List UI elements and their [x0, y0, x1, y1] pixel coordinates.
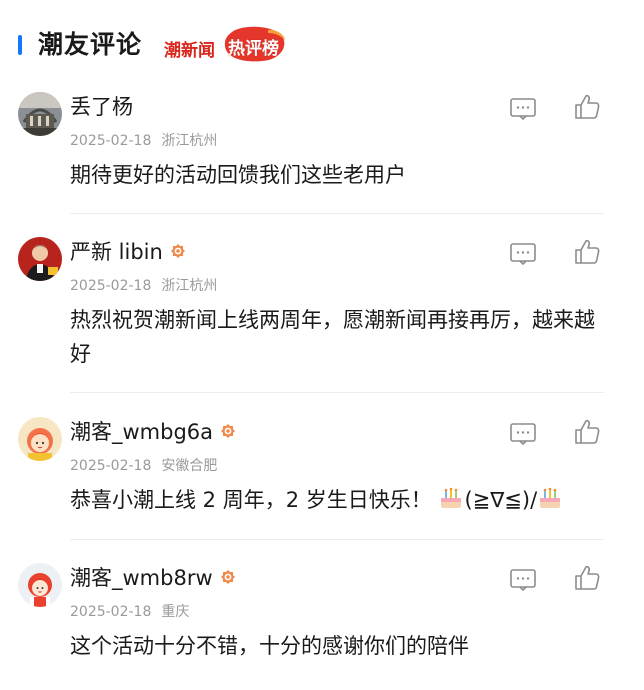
divider — [70, 539, 604, 540]
thumbs-up-icon[interactable] — [572, 237, 602, 267]
divider — [70, 392, 604, 393]
comment-location: 重庆 — [161, 604, 190, 620]
username[interactable]: 严新 libin — [70, 237, 187, 267]
comment-text-main: 恭喜小潮上线 2 周年，2 岁生日快乐！ — [70, 488, 432, 512]
page: 潮友评论 潮新闻 热评榜 丢了杨 2025-02-18 浙江杭州 期待更好的活动… — [0, 0, 644, 690]
avatar[interactable] — [18, 237, 62, 281]
verified-badge-icon — [169, 239, 187, 258]
comment-icon[interactable] — [508, 241, 538, 267]
comment-icon[interactable] — [508, 421, 538, 447]
thumbs-up-icon[interactable] — [572, 92, 602, 122]
header-accent-bar — [18, 35, 22, 55]
comment-text: 这个活动十分不错，十分的感谢你们的陪伴 — [70, 634, 469, 658]
thumbs-up-icon[interactable] — [572, 417, 602, 447]
comment-location: 安徽合肥 — [161, 458, 218, 474]
comment-item: 丢了杨 2025-02-18 浙江杭州 期待更好的活动回馈我们这些老用户 — [0, 82, 644, 214]
section-title: 潮友评论 — [38, 30, 143, 59]
birthday-cake-icon — [537, 485, 563, 511]
comment-item: 潮客_wmb8rw 2025-02-18 重庆 这个活动十分不错，十分的感谢你们的… — [0, 553, 644, 685]
comment-location: 浙江杭州 — [161, 133, 218, 149]
avatar[interactable] — [18, 417, 62, 461]
avatar[interactable] — [18, 563, 62, 607]
comment-date: 2025-02-18 — [70, 458, 152, 474]
comment-item: 严新 libin 2025-02-18 浙江杭州 热烈祝贺潮新闻上线两周年，愿潮新… — [0, 227, 644, 393]
comment-text: 期待更好的活动回馈我们这些老用户 — [70, 163, 406, 187]
comment-date: 2025-02-18 — [70, 133, 152, 149]
comment-icon[interactable] — [508, 96, 538, 122]
thumbs-up-icon[interactable] — [572, 563, 602, 593]
comment-meta: 2025-02-18 浙江杭州 — [70, 275, 217, 295]
comment-date: 2025-02-18 — [70, 278, 152, 294]
comment-icon[interactable] — [508, 567, 538, 593]
divider — [70, 213, 604, 214]
logo-text: 潮新闻 — [164, 41, 215, 61]
logo-badge: 热评榜 — [222, 26, 288, 64]
birthday-cake-icon — [438, 485, 464, 511]
comment-meta: 2025-02-18 重庆 — [70, 601, 189, 621]
username[interactable]: 潮客_wmb8rw — [70, 563, 237, 593]
verified-badge-icon — [219, 565, 237, 584]
hot-comments-logo: 潮新闻 热评榜 — [164, 24, 294, 66]
section-header: 潮友评论 潮新闻 热评榜 — [0, 24, 644, 68]
comment-text: 恭喜小潮上线 2 周年，2 岁生日快乐！ (≧∇≦)/ — [70, 483, 610, 517]
verified-badge-icon — [219, 419, 237, 438]
avatar[interactable] — [18, 92, 62, 136]
comment-meta: 2025-02-18 安徽合肥 — [70, 455, 217, 475]
username[interactable]: 潮客_wmbg6a — [70, 417, 237, 447]
comment-date: 2025-02-18 — [70, 604, 152, 620]
kaomoji: (≧∇≦)/ — [464, 488, 538, 512]
comment-meta: 2025-02-18 浙江杭州 — [70, 130, 217, 150]
comment-item: 潮客_wmbg6a 2025-02-18 安徽合肥 恭喜小潮上线 2 周年，2 岁… — [0, 407, 644, 540]
comment-text: 热烈祝贺潮新闻上线两周年，愿潮新闻再接再厉，越来越好 — [70, 308, 595, 366]
username[interactable]: 丢了杨 — [70, 92, 133, 122]
comment-location: 浙江杭州 — [161, 278, 218, 294]
logo-badge-text: 热评榜 — [228, 39, 279, 59]
